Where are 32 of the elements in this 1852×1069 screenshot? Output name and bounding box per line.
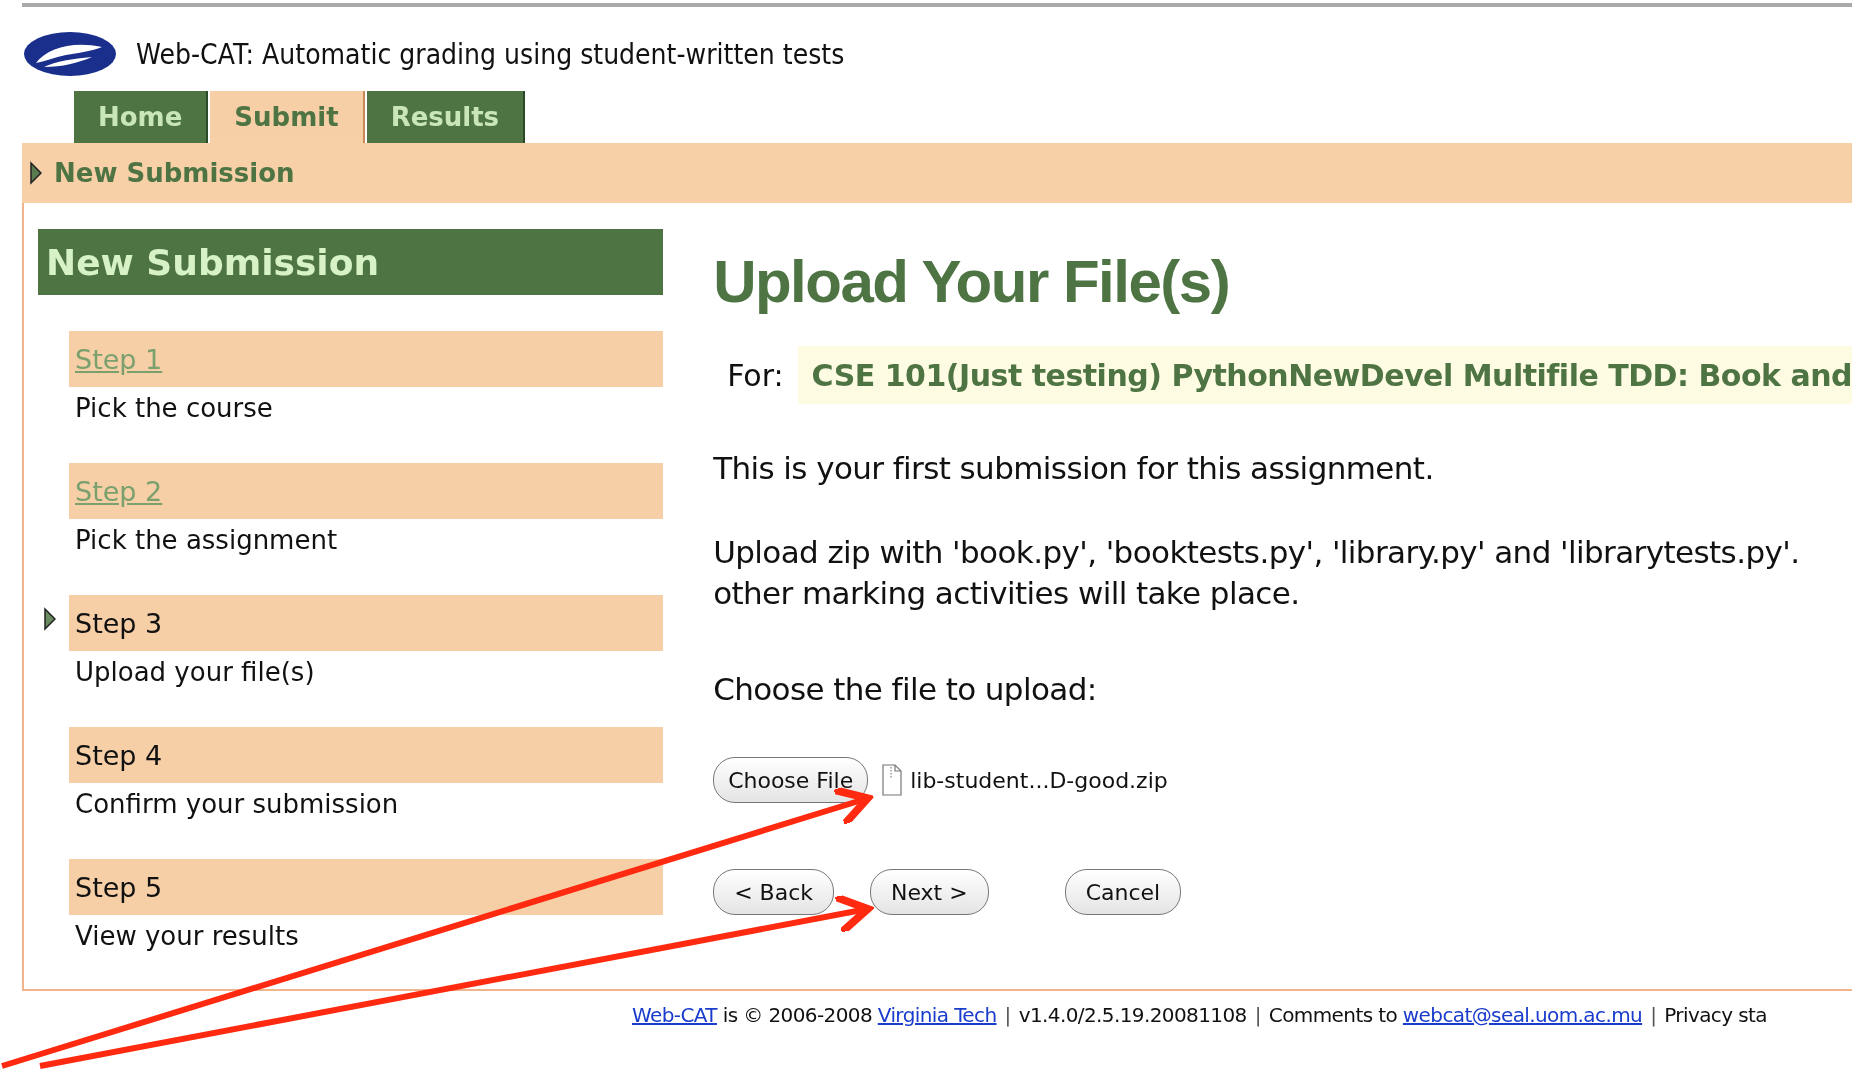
- footer-link[interactable]: Web-CAT: [632, 1003, 717, 1027]
- sidebar-header: New Submission: [38, 229, 664, 295]
- message-text: Upload zip with 'book.py', 'booktests.py', 'library.py' and 'librarytests.py'. other marking activities will take place.: [713, 533, 1801, 613]
- nav-button[interactable]: Cancel: [1064, 869, 1182, 916]
- for-label: For:: [726, 357, 785, 393]
- step-description: Pick the assignment: [74, 524, 339, 555]
- upload-prompt: Choose the file to upload:: [713, 669, 1098, 709]
- file-icon: [882, 764, 903, 797]
- nav-tab[interactable]: Results: [366, 91, 526, 143]
- step-description: Pick the course: [74, 392, 274, 423]
- nav-tab[interactable]: Submit: [210, 91, 365, 143]
- footer-link[interactable]: webcat@seal.uom.ac.mu: [1402, 1003, 1643, 1027]
- nav-button[interactable]: Next >: [870, 869, 989, 916]
- choose-file-button[interactable]: Choose File: [713, 757, 869, 804]
- step-description: View your results: [74, 920, 300, 951]
- nav-button[interactable]: < Back: [713, 869, 834, 916]
- footer-text: Web-CAT is © 2006-2008 Virginia Tech | v1.4.0/2.5.19.20081108 | Comments to webcat@seal.uom.ac.mu | Privacy sta: [632, 1003, 1768, 1027]
- cat-logo-icon: [22, 29, 118, 79]
- step-label: Step 4: [75, 739, 163, 771]
- triangle-right-icon: [30, 161, 42, 185]
- step-label: Step 5: [75, 871, 163, 903]
- nav-tab[interactable]: Home: [74, 91, 209, 143]
- step-label: Step 3: [75, 607, 163, 639]
- breadcrumb-label[interactable]: New Submission: [54, 158, 295, 188]
- step-description: Confirm your submission: [74, 788, 400, 819]
- file-name: lib-student...D-good.zip: [910, 767, 1168, 793]
- footer-link[interactable]: Virginia Tech: [877, 1003, 997, 1027]
- site-title: Web-CAT: Automatic grading using student-written tests: [136, 37, 845, 71]
- assignment-name: CSE 101(Just testing) PythonNewDevel Multifile TDD: Book and: [797, 346, 1852, 404]
- page-title: Upload Your File(s): [713, 247, 1231, 316]
- message-text: This is your first submission for this assignment.: [713, 449, 1435, 488]
- step-description: Upload your file(s): [74, 656, 316, 687]
